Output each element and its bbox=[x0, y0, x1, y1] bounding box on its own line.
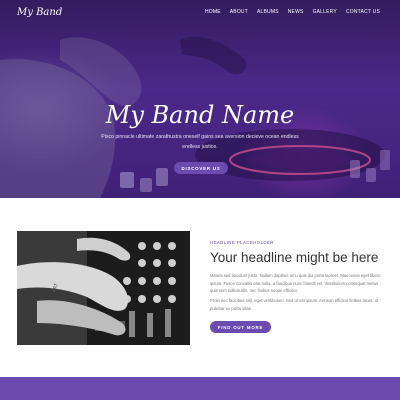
feature-headline: Your headline might be here bbox=[210, 250, 379, 265]
hero-subtitle: Pisco pinnacle ultimate zarathustra ones… bbox=[101, 134, 299, 150]
dj-mixer-illustration: ART bbox=[17, 231, 190, 345]
nav-link-gallery[interactable]: GALLERY bbox=[313, 9, 337, 15]
nav-link-news[interactable]: NEWS bbox=[288, 9, 304, 15]
nav-link-albums[interactable]: ALBUMS bbox=[257, 9, 279, 15]
top-navigation: My Band HOME ABOUT ALBUMS NEWS GALLERY C… bbox=[0, 0, 400, 26]
footer-band bbox=[0, 377, 400, 400]
nav-link-contact[interactable]: CONTACT US bbox=[346, 9, 380, 15]
nav-link-home[interactable]: HOME bbox=[205, 9, 221, 15]
dj-mixer-image: ART bbox=[17, 231, 190, 345]
discover-us-button[interactable]: DISCOVER US bbox=[174, 162, 228, 174]
band-logo[interactable]: My Band bbox=[17, 7, 62, 18]
nav-link-about[interactable]: ABOUT bbox=[230, 9, 248, 15]
hero-section: My Band HOME ABOUT ALBUMS NEWS GALLERY C… bbox=[0, 0, 400, 198]
nav-links: HOME ABOUT ALBUMS NEWS GALLERY CONTACT U… bbox=[205, 9, 380, 15]
feature-paragraph-2: Proin nec faucibus nisl, eget vestibulum… bbox=[210, 298, 379, 311]
find-out-more-button[interactable]: FIND OUT MORE bbox=[210, 321, 271, 333]
feature-paragraph-1: Mauris sed tincidunt justo. Nullam dapib… bbox=[210, 273, 381, 293]
headline-eyebrow: HEADLINE PLACEHOLDER bbox=[210, 240, 274, 245]
hero-title: My Band Name bbox=[105, 101, 295, 129]
